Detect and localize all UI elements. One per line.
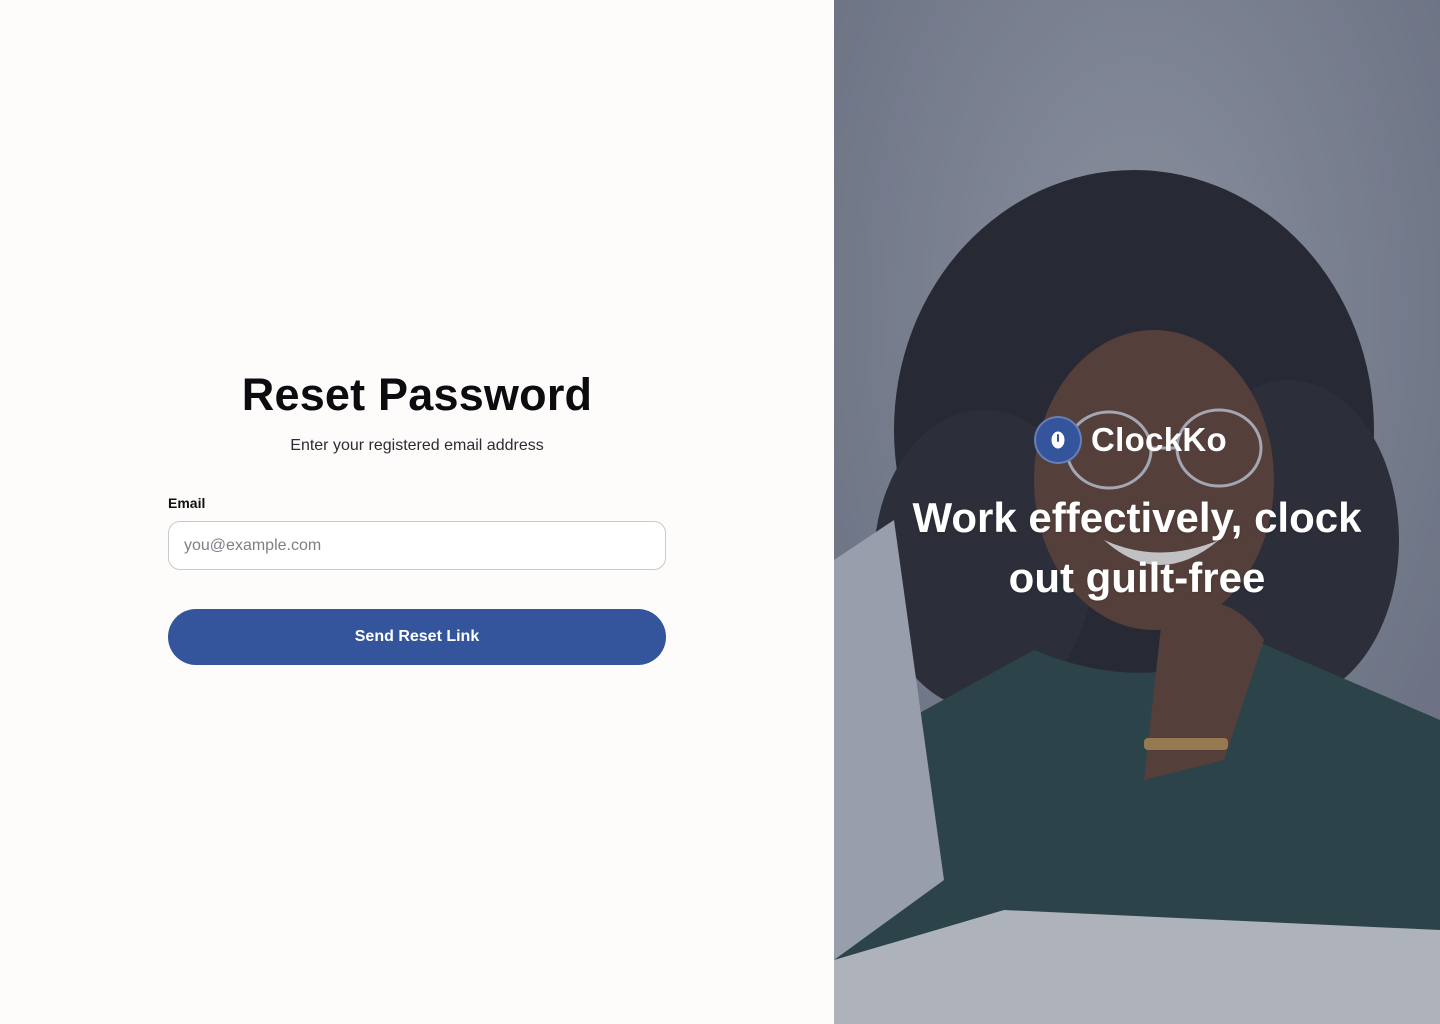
hero-panel: ClockKo Work effectively, clock out guil… [834, 0, 1440, 1024]
page-title: Reset Password [241, 369, 593, 420]
page-subtitle: Enter your registered email address [290, 437, 544, 454]
send-reset-link-button[interactable]: Send Reset Link [168, 609, 666, 665]
reset-form: Reset Password Enter your registered ema… [168, 366, 666, 665]
clock-icon [1034, 416, 1082, 464]
brand: ClockKo [1034, 416, 1227, 464]
clock-icon-glyph [1051, 431, 1065, 449]
brand-name: ClockKo [1091, 421, 1227, 458]
reset-form-panel: Reset Password Enter your registered ema… [0, 0, 834, 1024]
email-label: Email [168, 495, 206, 511]
email-field[interactable] [168, 521, 666, 570]
hero-tagline: Work effectively, clock out guilt-free [912, 494, 1362, 601]
